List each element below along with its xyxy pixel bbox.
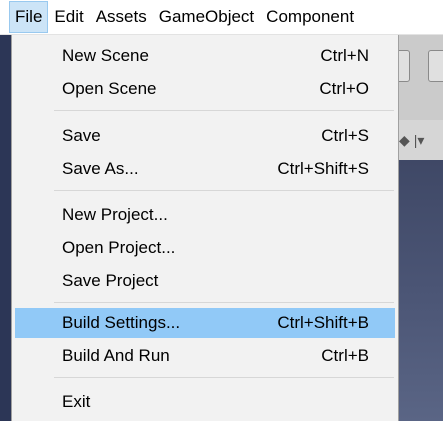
menu-gameobject[interactable]: GameObject	[153, 1, 260, 33]
menu-item-label: Exit	[62, 392, 91, 411]
menu-item-shortcut: Ctrl+Shift+S	[277, 159, 369, 178]
menu-item-label: New Project...	[62, 205, 168, 224]
menu-item-new-project[interactable]: New Project...	[15, 200, 395, 230]
menu-item-shortcut: Ctrl+S	[321, 126, 369, 145]
menu-item-open-project[interactable]: Open Project...	[15, 233, 395, 263]
menu-separator	[54, 302, 394, 303]
menu-item-shortcut: Ctrl+N	[320, 46, 369, 65]
menu-separator	[54, 110, 394, 111]
dropdown-arrow-icon[interactable]: |▾	[414, 132, 425, 149]
menu-item-label: Open Project...	[62, 238, 176, 257]
menu-item-build-and-run[interactable]: Build And Run Ctrl+B	[15, 341, 395, 371]
menu-item-shortcut: Ctrl+Shift+B	[277, 313, 369, 332]
menu-edit[interactable]: Edit	[48, 1, 89, 33]
menu-item-label: Save Project	[62, 271, 159, 290]
file-menu-dropdown: New Scene Ctrl+N Open Scene Ctrl+O Save …	[11, 35, 399, 421]
menu-separator	[54, 377, 394, 378]
menu-item-save-project[interactable]: Save Project	[15, 266, 395, 296]
menu-assets[interactable]: Assets	[90, 1, 153, 33]
scene-view-header: ◆ |▾	[395, 120, 443, 160]
menu-item-label: Open Scene	[62, 79, 157, 98]
menu-item-label: Build Settings...	[62, 313, 181, 332]
toolbar-button[interactable]	[428, 50, 443, 82]
menu-file[interactable]: File	[9, 1, 49, 33]
scene-tool-icon[interactable]: ◆	[399, 132, 410, 149]
menu-item-shortcut: Ctrl+B	[321, 346, 369, 365]
menu-item-new-scene[interactable]: New Scene Ctrl+N	[15, 41, 395, 71]
scene-view[interactable]	[395, 160, 443, 421]
menu-item-save[interactable]: Save Ctrl+S	[15, 121, 395, 151]
menu-bar: File Edit Assets GameObject Component	[0, 0, 443, 35]
menu-item-label: Save As...	[62, 159, 139, 178]
menu-item-shortcut: Ctrl+O	[319, 79, 369, 98]
menu-item-exit[interactable]: Exit	[15, 387, 395, 417]
menu-item-open-scene[interactable]: Open Scene Ctrl+O	[15, 74, 395, 104]
menu-item-build-settings[interactable]: Build Settings... Ctrl+Shift+B	[15, 308, 395, 338]
menu-item-label: New Scene	[62, 46, 149, 65]
menu-separator	[54, 190, 394, 191]
menu-item-label: Save	[62, 126, 101, 145]
menu-item-label: Build And Run	[62, 346, 170, 365]
menu-item-save-as[interactable]: Save As... Ctrl+Shift+S	[15, 154, 395, 184]
menu-component[interactable]: Component	[260, 1, 360, 33]
